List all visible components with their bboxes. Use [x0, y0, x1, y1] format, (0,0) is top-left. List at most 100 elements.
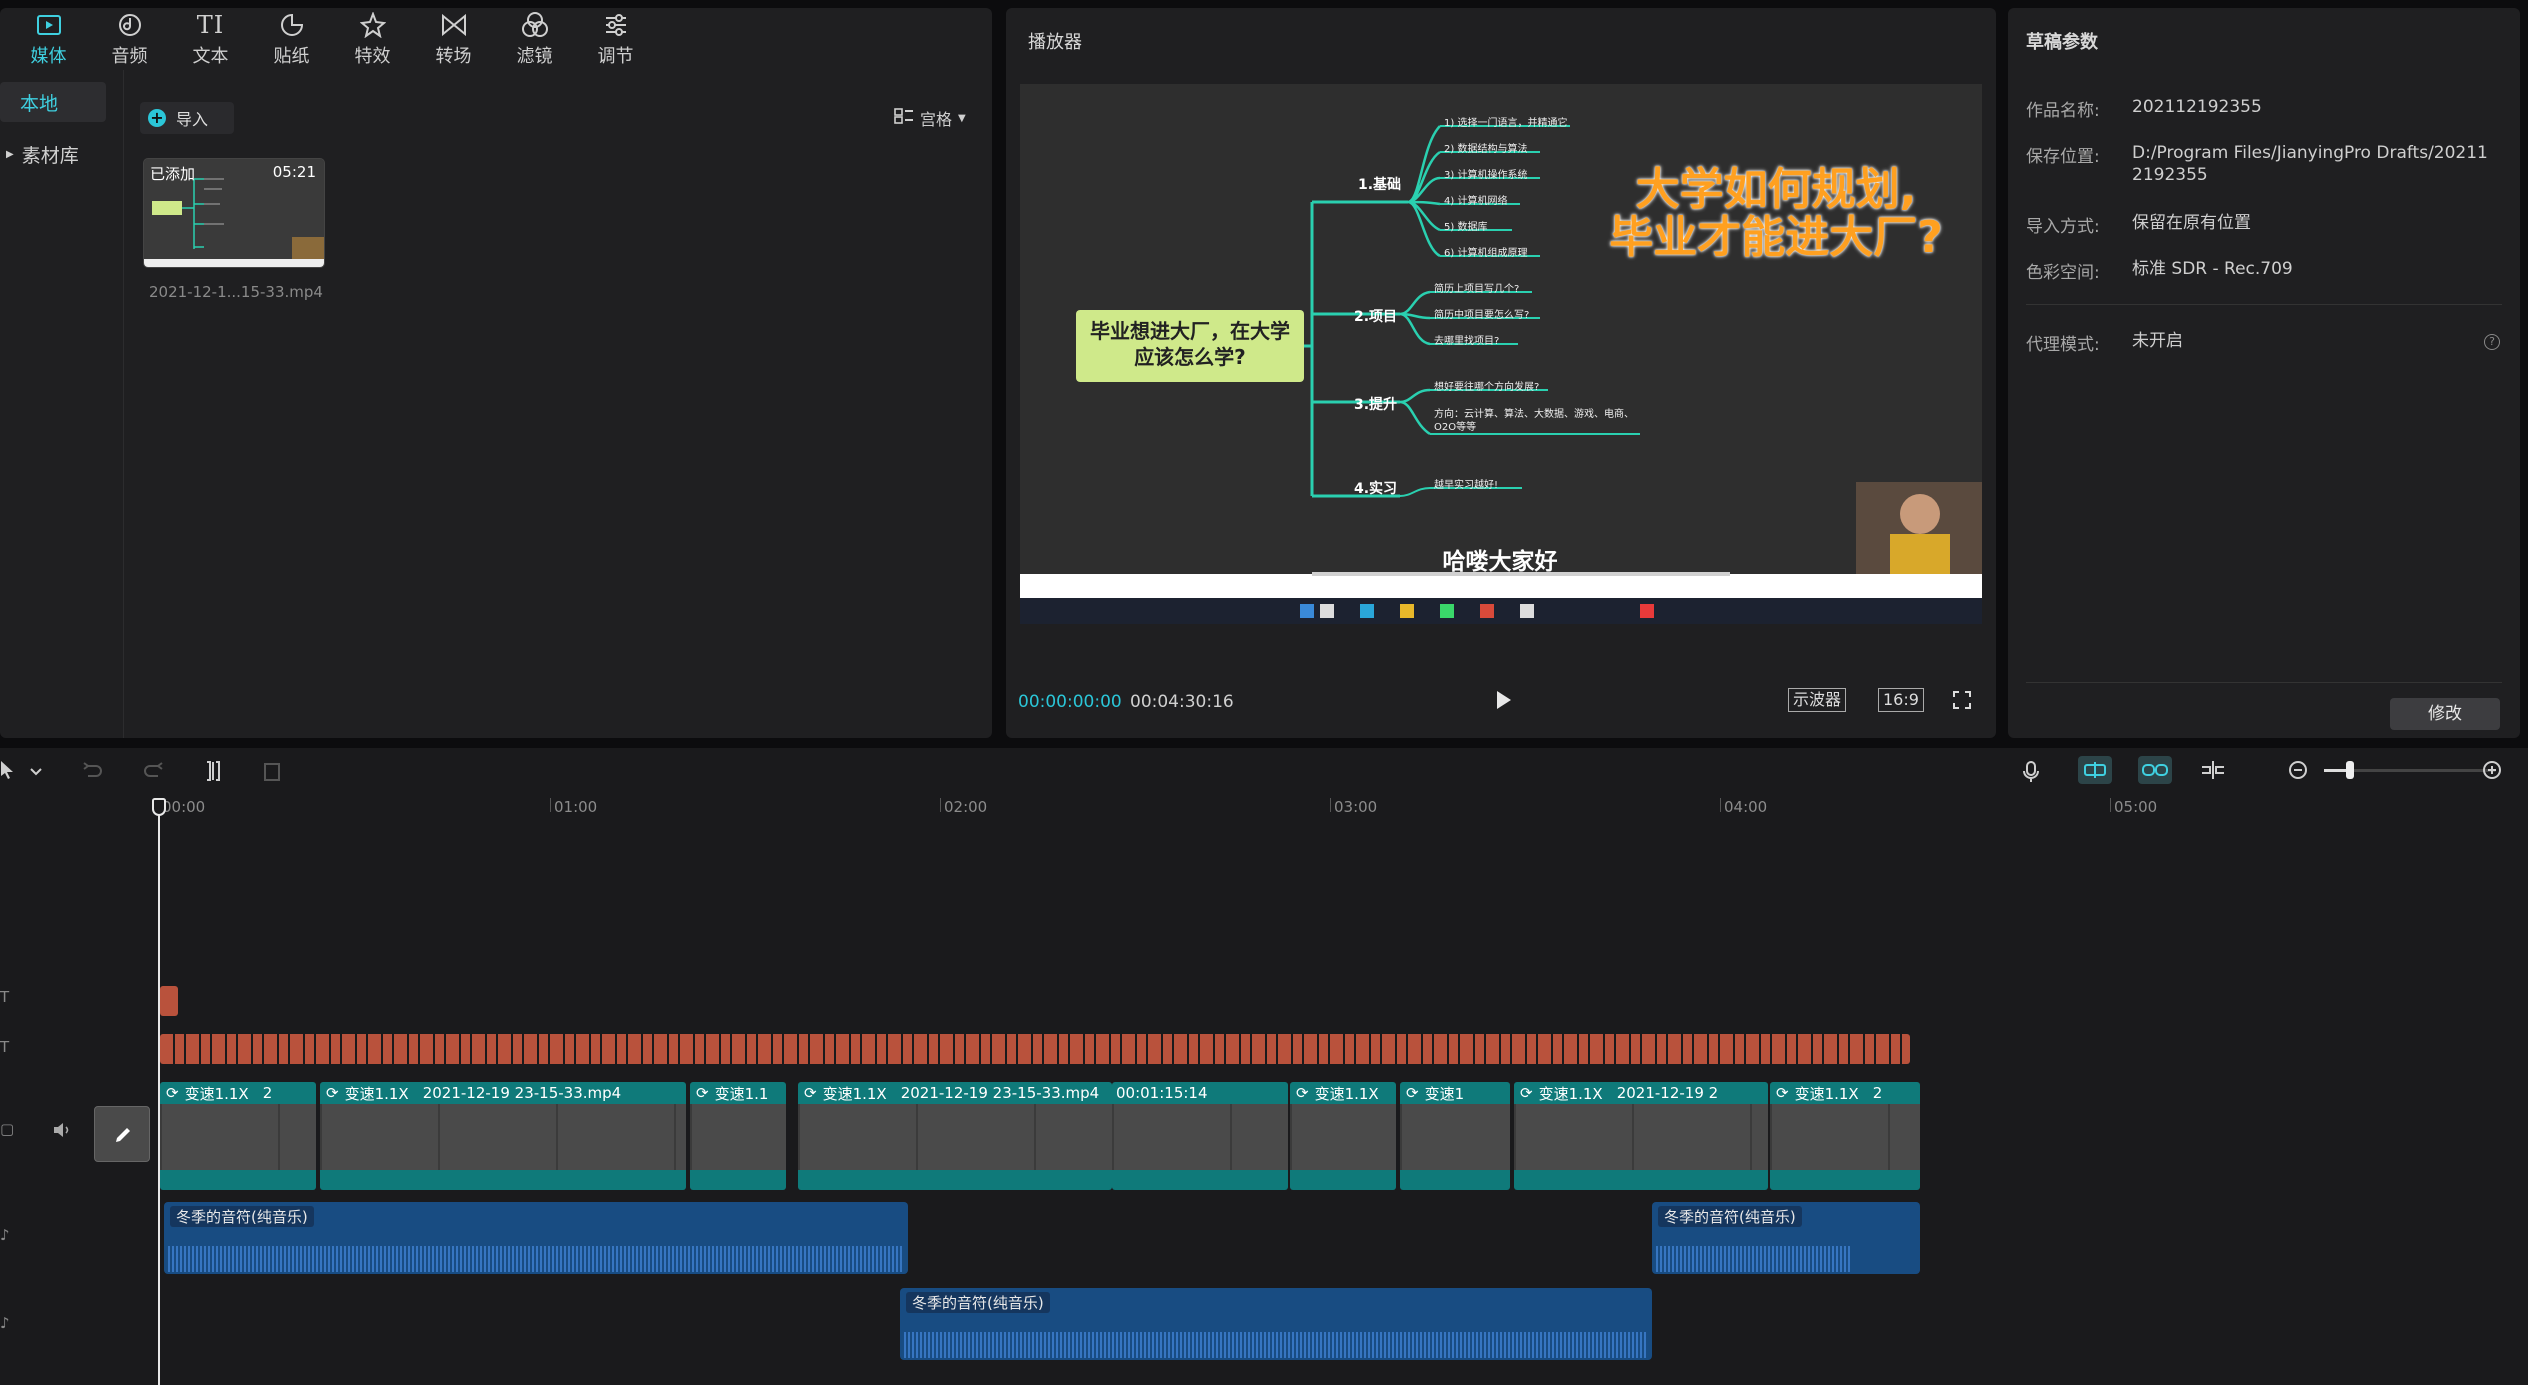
clip-speed-label: 变速1 — [1424, 1084, 1465, 1103]
clip-speed-label: 变速1.1X — [1794, 1084, 1859, 1103]
video-clip[interactable]: ⟳ 变速1 — [1400, 1082, 1510, 1190]
filter-icon — [521, 11, 549, 39]
video-clip[interactable]: ⟳ 变速1.1X 2021-12-19 23-15-33.mp4 — [320, 1082, 686, 1190]
param-value: 未开启 — [2132, 331, 2183, 351]
clip-frames — [1290, 1104, 1396, 1170]
clip-extra-label: 2 — [262, 1084, 273, 1102]
zoom-out-icon[interactable] — [2288, 760, 2308, 784]
media-item-thumbnail[interactable]: 已添加 05:21 — [143, 158, 325, 268]
zoom-slider-handle[interactable] — [2346, 761, 2354, 779]
video-title-overlay: 大学如何规划, 毕业才能进大厂? — [1586, 166, 1966, 262]
clip-frames — [1400, 1104, 1510, 1170]
video-preview[interactable]: 大学如何规划, 毕业才能进大厂? 毕业想进大厂，在大学应该怎么学? 1.基础 2… — [1020, 84, 1982, 624]
media-toolbar: 媒体 音频 TI 文本 贴纸 特效 转场 滤镜 调节 — [0, 8, 992, 70]
audio-clip[interactable]: 冬季的音符(纯音乐) — [1652, 1202, 1920, 1274]
mindmap-leaf: 想好要往哪个方向发展? — [1434, 382, 1540, 393]
clip-speed-label: 变速1.1X — [184, 1084, 249, 1103]
speed-icon: ⟳ — [1520, 1084, 1533, 1102]
tab-filter[interactable]: 滤镜 — [494, 8, 575, 70]
play-button[interactable] — [1492, 688, 1514, 716]
param-row-colorspace: 色彩空间: 标准 SDR - Rec.709 — [2026, 258, 2492, 283]
tab-adjust[interactable]: 调节 — [575, 8, 656, 70]
cover-thumbnail[interactable] — [94, 1106, 150, 1162]
tab-text[interactable]: TI 文本 — [170, 8, 251, 70]
redo-icon[interactable] — [142, 760, 164, 784]
video-clip[interactable]: ⟳ 变速1.1X 2021-12-19 2 — [1514, 1082, 1768, 1190]
speed-icon: ⟳ — [1406, 1084, 1419, 1102]
text-track-icon: T — [0, 988, 10, 1006]
video-clip[interactable]: ⟳ 变速1.1X 2 — [1770, 1082, 1920, 1190]
clip-frames — [160, 1104, 316, 1170]
mindmap-branch-1: 1.基础 — [1358, 177, 1402, 193]
link-icon[interactable] — [2138, 756, 2172, 784]
clip-speed-label: 变速1.1X — [822, 1084, 887, 1103]
preview-axis-icon[interactable] — [2200, 760, 2226, 784]
video-clip[interactable]: ⟳ 变速1.1X — [1290, 1082, 1396, 1190]
tab-media[interactable]: 媒体 — [8, 8, 89, 70]
video-clip[interactable]: ⟳ 变速1.1X 2021-12-19 23-15-33.mp4 — [798, 1082, 1112, 1190]
ruler-label: 05:00 — [2114, 798, 2158, 816]
video-title-line2: 毕业才能进大厂? — [1609, 212, 1943, 263]
added-badge: 已添加 — [150, 165, 196, 183]
audio-clip[interactable]: 冬季的音符(纯音乐) — [164, 1202, 908, 1274]
mindmap-leaf: 去哪里找项目? — [1434, 336, 1500, 347]
aspect-ratio-button[interactable]: 16:9 — [1878, 688, 1924, 712]
param-value: 标准 SDR - Rec.709 — [2132, 259, 2293, 279]
param-row-proxy: 代理模式: 未开启 — [2026, 330, 2492, 355]
timeline-toolbar — [0, 748, 2528, 792]
playhead-line[interactable] — [158, 800, 160, 1385]
scope-button[interactable]: 示波器 — [1788, 688, 1847, 712]
player-title: 播放器 — [1028, 32, 1082, 53]
clip-header: ⟳ 变速1.1X 2 — [1770, 1082, 1882, 1104]
tab-label: 滤镜 — [516, 45, 553, 67]
video-clip[interactable]: ⟳ 变速1.1 — [690, 1082, 786, 1190]
player-panel: 播放器 大学如何规划, 毕业才能进大厂? 毕业想进大厂，在大学应该怎么学? 1.… — [1006, 8, 1996, 738]
audio-clip[interactable]: 冬季的音符(纯音乐) — [900, 1288, 1652, 1360]
media-duration: 05:21 — [272, 163, 316, 181]
help-icon[interactable]: ? — [2484, 334, 2500, 350]
param-key: 代理模式: — [2026, 335, 2100, 355]
zoom-in-icon[interactable] — [2482, 760, 2502, 784]
tab-audio[interactable]: 音频 — [89, 8, 170, 70]
mindmap-branch-4: 4.实习 — [1354, 481, 1398, 497]
tab-effects[interactable]: 特效 — [332, 8, 413, 70]
clip-speed-label: 变速1.1X — [1314, 1084, 1379, 1103]
timeline-ruler[interactable]: 00:00 01:00 02:00 03:00 04:00 05:00 — [0, 792, 2528, 816]
text-clip-strip[interactable] — [160, 1034, 1910, 1064]
zoom-slider[interactable] — [2324, 761, 2496, 779]
speed-icon: ⟳ — [696, 1084, 709, 1102]
ruler-tick — [2110, 798, 2111, 812]
playhead-handle[interactable] — [152, 798, 166, 816]
split-icon[interactable] — [204, 760, 222, 786]
nav-library[interactable]: ▶ 素材库 — [0, 134, 106, 174]
param-value: 202112192355 — [2132, 97, 2262, 117]
tab-sticker[interactable]: 贴纸 — [251, 8, 332, 70]
clip-speed-label: 变速1.1X — [344, 1084, 409, 1103]
grid-label: 宫格 — [920, 110, 953, 129]
ruler-tick — [1720, 798, 1721, 812]
tab-transition[interactable]: 转场 — [413, 8, 494, 70]
modify-button[interactable]: 修改 — [2390, 698, 2500, 730]
main-track-magnet-icon[interactable] — [2078, 756, 2112, 784]
chevron-down-icon[interactable] — [30, 762, 42, 781]
video-clip[interactable]: 00:01:15:14 — [1112, 1082, 1288, 1190]
fullscreen-button[interactable] — [1952, 690, 1972, 714]
param-key: 保存位置: — [2026, 147, 2100, 167]
ruler-label: 01:00 — [554, 798, 598, 816]
import-button[interactable]: + 导入 — [140, 102, 234, 134]
clip-frames — [1514, 1104, 1768, 1170]
mute-track-icon[interactable] — [52, 1122, 72, 1142]
select-tool-icon[interactable] — [0, 760, 16, 784]
nav-local[interactable]: 本地 — [0, 82, 106, 122]
microphone-icon[interactable] — [2022, 760, 2040, 788]
delete-icon[interactable] — [262, 760, 282, 786]
speed-icon: ⟳ — [166, 1084, 179, 1102]
video-clip[interactable]: ⟳ 变速1.1X 2 — [160, 1082, 316, 1190]
text-clip[interactable] — [160, 986, 178, 1016]
clip-frames — [1770, 1104, 1920, 1170]
undo-icon[interactable] — [82, 760, 104, 784]
grid-view-button[interactable]: 宫格 ▼ — [894, 106, 966, 130]
chevron-down-icon: ▼ — [958, 112, 966, 124]
param-value: 保留在原有位置 — [2132, 213, 2251, 233]
timeline-panel: 00:00 01:00 02:00 03:00 04:00 05:00 T T … — [0, 748, 2528, 1385]
